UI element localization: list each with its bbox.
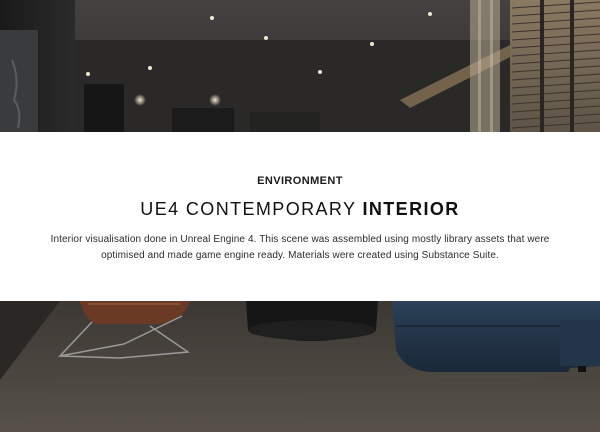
project-info-card: ENVIRONMENT UE4 CONTEMPORARY INTERIOR In… (0, 132, 600, 301)
project-description: Interior visualisation done in Unreal En… (50, 234, 550, 261)
project-page: ENVIRONMENT UE4 CONTEMPORARY INTERIOR In… (0, 0, 600, 432)
project-title: UE4 CONTEMPORARY INTERIOR (0, 198, 600, 220)
title-prefix: UE4 CONTEMPORARY (140, 199, 357, 219)
category-label: ENVIRONMENT (257, 175, 343, 187)
title-emphasis: INTERIOR (362, 199, 460, 219)
